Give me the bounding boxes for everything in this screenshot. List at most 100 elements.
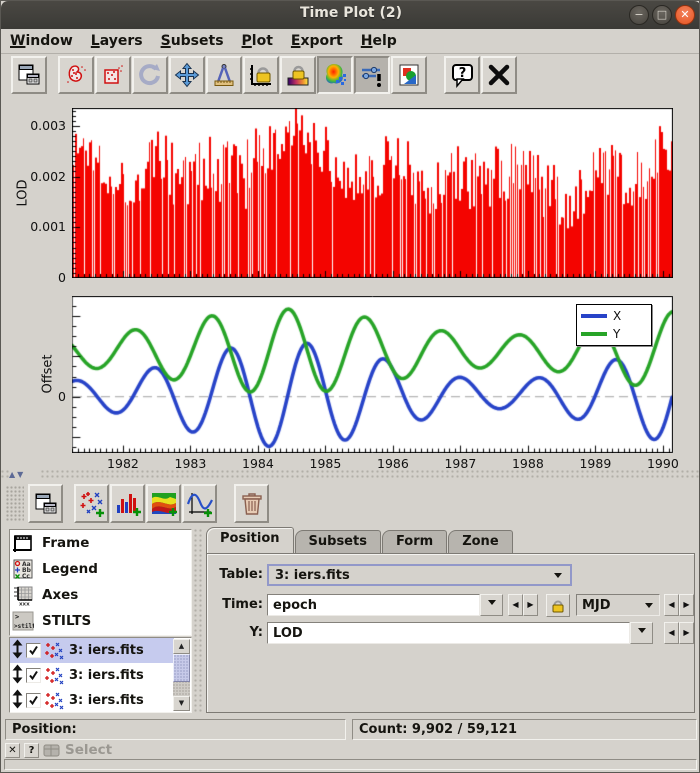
- color-lock-button[interactable]: [280, 56, 316, 94]
- tab-zone[interactable]: Zone: [448, 530, 512, 553]
- legend-icon: Aa Bb Cc: [12, 558, 34, 580]
- time-lock-button[interactable]: [546, 594, 570, 617]
- close-window-button[interactable]: [481, 56, 517, 94]
- time-next-button[interactable]: ▶: [523, 594, 538, 616]
- time-input[interactable]: epoch: [267, 594, 480, 616]
- control-label: STILTS: [42, 613, 91, 629]
- reorder-handle[interactable]: [11, 689, 24, 713]
- box-subset-icon: [100, 62, 126, 88]
- tabs-row: Position Subsets Form Zone: [206, 529, 514, 553]
- panel-divider[interactable]: [194, 529, 204, 713]
- clear-button[interactable]: ✕: [5, 743, 20, 758]
- time-plot-lod[interactable]: [72, 108, 673, 278]
- split-collapse-arrows[interactable]: ▲▼: [9, 470, 39, 480]
- scrollbar-thumb[interactable]: [173, 654, 190, 682]
- layer-list-scrollbar[interactable]: ▲ ▼: [173, 639, 190, 711]
- time-prev-button[interactable]: ◀: [508, 594, 523, 616]
- delete-layer-icon: [239, 491, 265, 517]
- box-subset-button[interactable]: [95, 56, 131, 94]
- aux-visible-button[interactable]: [317, 56, 353, 94]
- y-value: LOD: [273, 626, 303, 641]
- menu-subsets[interactable]: Subsets: [152, 31, 233, 51]
- menu-window[interactable]: Window: [1, 31, 82, 51]
- control-item-legend[interactable]: Aa Bb Cc Legend: [10, 556, 191, 582]
- menu-layers[interactable]: Layers: [82, 31, 152, 51]
- time-dropdown-button[interactable]: [480, 594, 503, 616]
- layer-rows: 3: iers.fits3: iers.fits3: iers.fits: [10, 638, 191, 713]
- table-combo[interactable]: 3: iers.fits: [267, 564, 572, 586]
- add-spectrogram-layer-button[interactable]: [146, 484, 181, 523]
- menu-plot[interactable]: Plot: [233, 31, 282, 51]
- maximize-button[interactable]: □: [652, 5, 672, 25]
- query-button[interactable]: ?: [24, 743, 39, 758]
- delete-layer-button[interactable]: [234, 484, 269, 523]
- y-next-button[interactable]: ▶: [679, 622, 694, 644]
- svg-text:Cc: Cc: [22, 573, 30, 580]
- chevron-down-icon: [554, 573, 562, 582]
- control-item-stilts[interactable]: > >stilts STILTS: [10, 608, 191, 634]
- titlebar[interactable]: Time Plot (2) − □ ✕: [1, 1, 700, 30]
- axes-lock-button[interactable]: [243, 56, 279, 94]
- add-function-layer-button[interactable]: [182, 484, 217, 523]
- reorder-handle[interactable]: [11, 639, 24, 663]
- legend-label: X: [613, 309, 621, 323]
- layer-checkbox[interactable]: [26, 693, 41, 708]
- lod-axis-title: LOD: [16, 179, 31, 206]
- aux-visible-icon: [322, 62, 348, 88]
- windows-button[interactable]: [11, 56, 47, 94]
- window-title: Time Plot (2): [1, 5, 700, 21]
- reorder-icon: [11, 639, 24, 659]
- layer-checkbox[interactable]: [26, 668, 41, 683]
- sliders-alert-button[interactable]: [354, 56, 390, 94]
- chevron-down-icon: [488, 600, 496, 609]
- minimize-button[interactable]: −: [629, 5, 649, 25]
- layer-row[interactable]: 3: iers.fits: [10, 688, 174, 713]
- layer-checkbox[interactable]: [26, 643, 41, 658]
- export-image-button[interactable]: [391, 56, 427, 94]
- control-item-axes[interactable]: xxx Axes: [10, 582, 191, 608]
- layer-windows-button[interactable]: [28, 484, 63, 523]
- reorder-handle[interactable]: [11, 664, 24, 688]
- check-icon: [28, 670, 39, 681]
- tab-form[interactable]: Form: [382, 530, 447, 553]
- split-divider[interactable]: ▲▼: [1, 470, 700, 480]
- plot-controls-list: Frame Aa Bb Cc Legend xxx Axes: [9, 529, 192, 636]
- help-button[interactable]: ?: [444, 56, 480, 94]
- layer-row[interactable]: 3: iers.fits: [10, 638, 174, 663]
- add-histogram-layer-button[interactable]: [110, 484, 145, 523]
- measure-button[interactable]: [206, 56, 242, 94]
- unit-prev-button[interactable]: ◀: [664, 594, 679, 616]
- blob-subset-button[interactable]: [58, 56, 94, 94]
- close-button[interactable]: ✕: [675, 5, 695, 25]
- time-value: epoch: [273, 598, 317, 613]
- scroll-down-button[interactable]: ▼: [173, 696, 190, 711]
- legend-line-swatch: [581, 314, 607, 318]
- axis-tick-label: 0.003: [14, 118, 66, 133]
- control-item-frame[interactable]: Frame: [10, 530, 191, 556]
- check-icon: [28, 695, 39, 706]
- y-dropdown-button[interactable]: [630, 622, 653, 644]
- tab-position[interactable]: Position: [206, 527, 294, 553]
- replot-button[interactable]: [132, 56, 168, 94]
- y-input[interactable]: LOD: [267, 622, 630, 644]
- pan-button[interactable]: [169, 56, 205, 94]
- add-scatter-layer-button[interactable]: [74, 484, 109, 523]
- axis-tick-label: 1990: [638, 456, 688, 471]
- window-controls: − □ ✕: [629, 5, 695, 25]
- scroll-up-button[interactable]: ▲: [173, 639, 190, 654]
- menu-export[interactable]: Export: [282, 31, 352, 51]
- tab-subsets[interactable]: Subsets: [295, 530, 381, 553]
- y-prev-button[interactable]: ◀: [664, 622, 679, 644]
- windows-icon: [16, 62, 42, 88]
- layer-row[interactable]: 3: iers.fits: [10, 663, 174, 688]
- select-row: ✕ ? Select: [5, 742, 112, 758]
- unit-next-button[interactable]: ▶: [679, 594, 694, 616]
- main-toolbar: ?: [1, 53, 700, 96]
- count-readout: Count: 9,902 / 59,121: [352, 719, 697, 740]
- axis-tick-label: 1983: [165, 456, 215, 471]
- export-image-icon: [396, 62, 422, 88]
- menu-help[interactable]: Help: [352, 31, 406, 51]
- time-unit-combo[interactable]: MJD: [576, 594, 660, 616]
- stilts-icon: > >stilts: [12, 610, 34, 632]
- toolbar-drag-handle[interactable]: [6, 486, 24, 522]
